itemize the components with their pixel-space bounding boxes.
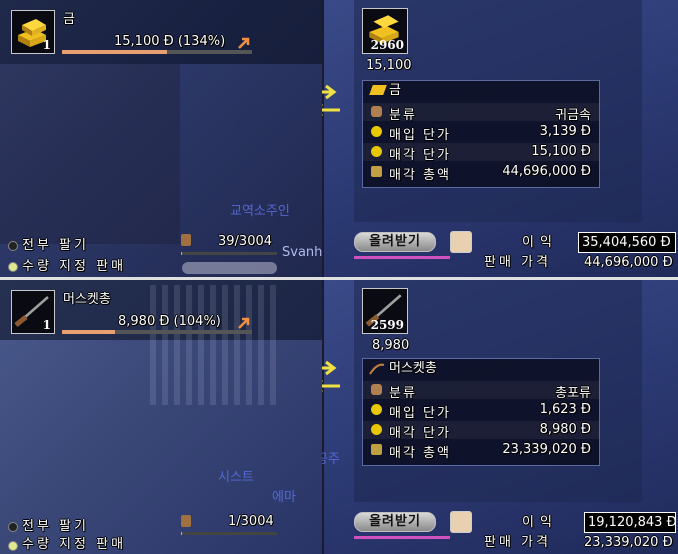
total-value: 23,339,020 Đ bbox=[502, 442, 591, 457]
item-stock-badge: 2599 bbox=[370, 318, 404, 332]
sale-price-label: 판매 가격 bbox=[484, 255, 551, 270]
detail-title: 금 bbox=[389, 83, 401, 98]
coin-stack-icon bbox=[371, 166, 382, 177]
category-label: 분류 bbox=[389, 386, 417, 401]
item-quantity: 1 bbox=[42, 318, 51, 332]
item-icon-large: 2960 bbox=[362, 8, 408, 54]
radio-sell-quantity[interactable] bbox=[8, 262, 18, 272]
category-label: 분류 bbox=[389, 108, 417, 123]
item-quantity: 1 bbox=[42, 38, 51, 52]
item-name: 머스켓총 bbox=[63, 292, 111, 307]
item-slot-button[interactable] bbox=[450, 511, 472, 533]
crate-icon bbox=[371, 106, 382, 117]
coin-icon bbox=[371, 146, 382, 157]
sale-price-value: 23,339,020 Đ bbox=[584, 535, 673, 550]
buy-price-label: 매입 단가 bbox=[389, 128, 451, 143]
coin-icon bbox=[371, 424, 382, 435]
sell-quantity-label[interactable]: 수량 지정 판매 bbox=[22, 537, 126, 552]
radio-sell-quantity[interactable] bbox=[8, 541, 18, 551]
item-detail-box: 머스켓총 분류 총포류 매입 단가 1,623 Đ 매각 단가 8,980 Đ … bbox=[362, 358, 600, 466]
item-icon-slot[interactable]: 1 bbox=[11, 10, 55, 54]
sale-price-value: 44,696,000 Đ bbox=[584, 255, 673, 270]
detail-row-category: 분류 총포류 bbox=[363, 381, 599, 401]
detail-row-total: 매각 총액 23,339,020 Đ bbox=[363, 441, 599, 461]
sale-price-label: 판매 가격 bbox=[484, 535, 551, 550]
swap-arrows-icon bbox=[322, 84, 340, 116]
progress-bar bbox=[354, 256, 450, 259]
sell-all-label[interactable]: 전부 팔기 bbox=[22, 519, 89, 534]
sell-all-label[interactable]: 전부 팔기 bbox=[22, 238, 89, 253]
category-value: 총포류 bbox=[555, 386, 591, 401]
sell-price-value: 8,980 Đ bbox=[539, 422, 591, 437]
profit-value: 19,120,843 Đ bbox=[588, 515, 677, 530]
buy-price-value: 3,139 Đ bbox=[539, 124, 591, 139]
item-stock-badge: 2960 bbox=[370, 38, 404, 52]
item-icon-large: 2599 bbox=[362, 288, 408, 334]
profit-label: 이익 bbox=[522, 515, 558, 530]
cargo-icon bbox=[181, 234, 191, 246]
total-value: 44,696,000 Đ bbox=[502, 164, 591, 179]
item-name: 금 bbox=[63, 12, 75, 27]
cargo-count-bar bbox=[181, 252, 277, 255]
bg-npc-name: 교역소주인 bbox=[230, 204, 290, 219]
item-price-line: 15,100 Đ (134%) bbox=[114, 34, 226, 49]
bg-npc-name: 에마 bbox=[272, 490, 296, 505]
sell-price-value: 15,100 Đ bbox=[531, 144, 591, 159]
cargo-count: 1/3004 bbox=[228, 514, 274, 529]
cargo-count: 39/3004 bbox=[218, 234, 273, 249]
coin-icon bbox=[371, 404, 382, 415]
raise-button[interactable]: 올려받기 bbox=[354, 232, 436, 252]
top-right-panel: 2960 15,100 금 분류 귀금속 매입 단가 3,139 Đ 매각 단가… bbox=[322, 0, 678, 277]
buy-price-label: 매입 단가 bbox=[389, 406, 451, 421]
cargo-count-bar bbox=[181, 532, 277, 535]
sell-price-label: 매각 단가 bbox=[389, 148, 451, 163]
sell-quantity-label[interactable]: 수량 지정 판매 bbox=[22, 259, 126, 274]
coin-stack-icon bbox=[371, 444, 382, 455]
detail-row-buy: 매입 단가 1,623 Đ bbox=[363, 401, 599, 421]
gold-bars-icon bbox=[369, 85, 387, 95]
item-slot-button[interactable] bbox=[450, 231, 472, 253]
category-value: 귀금속 bbox=[555, 108, 591, 123]
radio-sell-all[interactable] bbox=[8, 522, 18, 532]
buy-price-value: 1,623 Đ bbox=[539, 402, 591, 417]
item-market-price: 15,100 bbox=[366, 58, 412, 73]
detail-row-total: 매각 총액 44,696,000 Đ bbox=[363, 163, 599, 183]
raise-button[interactable]: 올려받기 bbox=[354, 512, 436, 532]
total-label: 매각 총액 bbox=[389, 168, 451, 183]
detail-row-category: 분류 귀금속 bbox=[363, 103, 599, 123]
arrow-up-icon bbox=[238, 34, 250, 49]
bg-npc-name: 시스트 bbox=[218, 470, 254, 485]
bg-npc-name: 인어공주 bbox=[322, 452, 340, 467]
bg-npc-name: Svanhild bbox=[282, 245, 322, 260]
total-label: 매각 총액 bbox=[389, 446, 451, 461]
sell-price-label: 매각 단가 bbox=[389, 426, 451, 441]
top-left-panel: 교역소주인 Svanhild 1 금 15,100 Đ (134%) 전부 팔기… bbox=[0, 0, 322, 277]
price-percent-bar bbox=[62, 50, 252, 54]
cargo-icon bbox=[181, 515, 191, 527]
detail-row-sell: 매각 단가 8,980 Đ bbox=[363, 421, 599, 441]
item-market-price: 8,980 bbox=[372, 338, 410, 353]
arrow-up-icon bbox=[238, 314, 250, 329]
trade-screen: { "top": { "item_name": "금", "qty_badge"… bbox=[0, 0, 678, 554]
musket-icon bbox=[369, 363, 385, 375]
item-detail-box: 금 분류 귀금속 매입 단가 3,139 Đ 매각 단가 15,100 Đ 매각… bbox=[362, 80, 600, 188]
swap-arrows-icon bbox=[322, 360, 340, 392]
detail-title: 머스켓총 bbox=[389, 361, 437, 376]
bottom-left-panel: 시스트 에마 1 머스켓총 8,980 Đ (104%) 전부 팔기 수량 지정… bbox=[0, 280, 322, 554]
profit-value: 35,404,560 Đ bbox=[582, 235, 671, 250]
profit-label: 이익 bbox=[522, 235, 558, 250]
crate-icon bbox=[371, 384, 382, 395]
bottom-right-panel: 인어공주 2599 8,980 머스켓총 분류 총포류 매입 단가 1,623 … bbox=[322, 280, 678, 554]
progress-bar bbox=[354, 536, 450, 539]
item-price-line: 8,980 Đ (104%) bbox=[118, 314, 221, 329]
price-percent-bar bbox=[62, 330, 252, 334]
coin-icon bbox=[371, 126, 382, 137]
radio-sell-all[interactable] bbox=[8, 241, 18, 251]
detail-row-sell: 매각 단가 15,100 Đ bbox=[363, 143, 599, 163]
item-icon-slot[interactable]: 1 bbox=[11, 290, 55, 334]
count-slider-handle[interactable] bbox=[182, 262, 277, 274]
detail-row-buy: 매입 단가 3,139 Đ bbox=[363, 123, 599, 143]
